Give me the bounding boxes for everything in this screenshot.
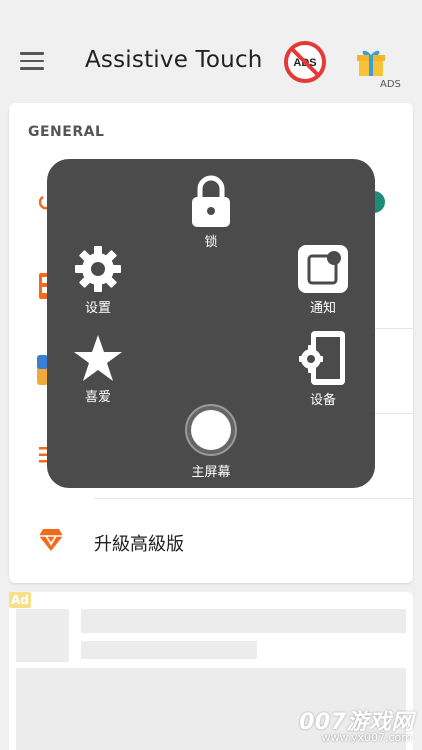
upgrade-row[interactable]: 升級高級版 [9,513,413,571]
star-icon [74,335,122,381]
favorite-label: 喜爱 [84,390,111,405]
gear-icon [75,246,121,292]
ad-image-placeholder [16,609,69,662]
ad-line-placeholder [81,641,257,659]
device-icon [299,331,345,385]
favorite-button[interactable]: 喜爱 [58,334,138,405]
app-title: Assistive Touch [85,47,263,73]
ad-line-placeholder [81,609,406,633]
gift-icon[interactable] [357,48,385,78]
settings-button[interactable]: 设置 [58,245,138,316]
watermark-url: www.yx007.com [321,731,412,744]
ads-label: ADS [380,79,401,90]
app-bar: Assistive Touch ADS ADS [0,0,422,110]
device-label: 设备 [309,393,336,408]
lock-icon [192,175,230,227]
diamond-icon [39,529,63,551]
upgrade-label: 升級高級版 [94,534,184,555]
device-button[interactable]: 设备 [283,331,363,408]
settings-label: 设置 [84,301,111,316]
assistive-touch-panel: 锁 设置 通知 喜爱 设备 主屏幕 [47,159,375,488]
home-circle-icon [185,404,237,456]
notification-icon [298,245,348,293]
no-ads-icon[interactable]: ADS [283,40,327,84]
row-divider [94,498,413,499]
notification-label: 通知 [309,301,336,316]
ad-badge: Ad [9,592,31,608]
home-label: 主屏幕 [191,465,231,480]
lock-label: 锁 [204,235,218,250]
menu-icon[interactable] [20,52,44,70]
lock-button[interactable]: 锁 [171,175,251,250]
home-button[interactable]: 主屏幕 [171,403,251,480]
section-heading: GENERAL [28,124,105,140]
notification-button[interactable]: 通知 [283,245,363,316]
